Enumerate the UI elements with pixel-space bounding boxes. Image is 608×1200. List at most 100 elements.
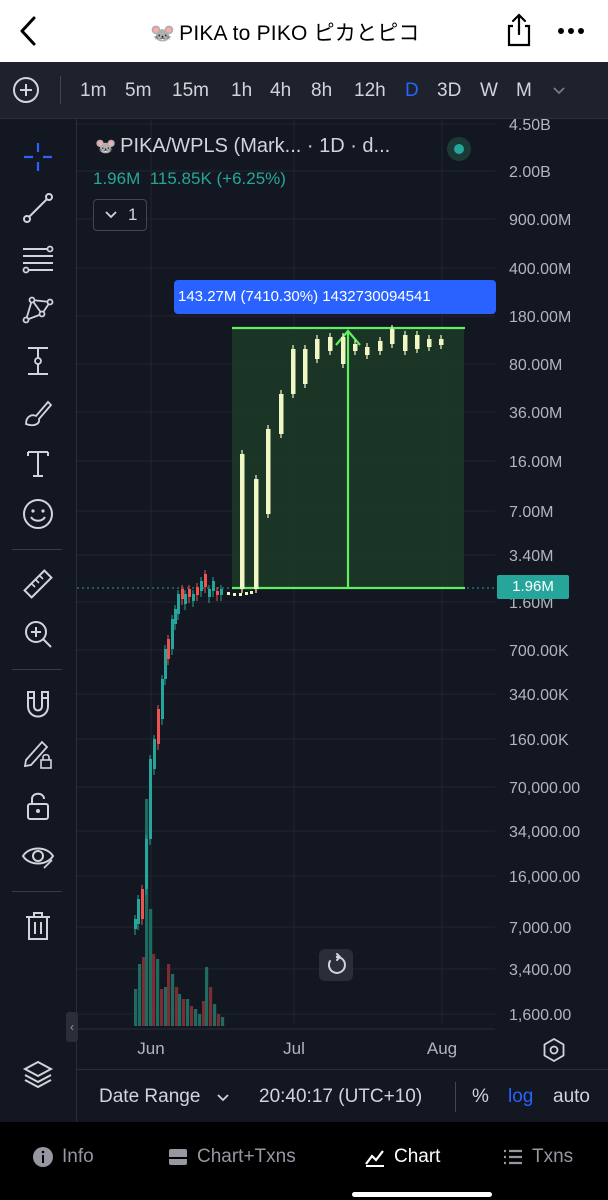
y-axis-tick-label: 160.00K bbox=[509, 732, 569, 749]
candle bbox=[171, 619, 174, 649]
candle bbox=[212, 581, 215, 591]
tf-1h[interactable]: 1h bbox=[231, 80, 252, 102]
tab-chart-label: Chart bbox=[394, 1146, 441, 1167]
volume-bar bbox=[167, 964, 171, 1026]
tf-5m[interactable]: 5m bbox=[125, 80, 151, 102]
chevron-down-icon[interactable] bbox=[552, 86, 566, 96]
volume-bar bbox=[209, 987, 213, 1026]
tf-m[interactable]: M bbox=[516, 80, 532, 102]
volume-bar bbox=[149, 909, 153, 1026]
candle bbox=[149, 759, 152, 839]
magnet-icon[interactable] bbox=[18, 684, 58, 724]
y-axis-tick-label: 400.00M bbox=[509, 261, 571, 278]
tf-4h[interactable]: 4h bbox=[270, 80, 291, 102]
volume-bar bbox=[164, 987, 168, 1026]
candle bbox=[250, 591, 253, 594]
candle bbox=[315, 339, 320, 359]
status-dot-icon bbox=[447, 137, 471, 161]
volume-bar bbox=[178, 994, 182, 1026]
candle bbox=[341, 337, 346, 364]
tf-d[interactable]: D bbox=[405, 80, 419, 102]
add-indicator-icon[interactable] bbox=[12, 76, 40, 104]
reset-chart-button[interactable] bbox=[319, 949, 353, 981]
eye-icon[interactable] bbox=[18, 836, 58, 876]
tab-info-label: Info bbox=[62, 1146, 94, 1167]
zoom-in-icon[interactable] bbox=[18, 614, 58, 654]
layers-icon[interactable] bbox=[18, 1054, 58, 1094]
list-icon bbox=[504, 1149, 522, 1165]
candle bbox=[141, 889, 144, 919]
lock-drawing-icon[interactable] bbox=[18, 734, 58, 774]
log-scale-toggle[interactable]: log bbox=[508, 1086, 533, 1108]
share-icon[interactable] bbox=[504, 12, 534, 48]
date-range-button[interactable]: Date Range bbox=[99, 1086, 200, 1108]
text-icon[interactable] bbox=[18, 443, 58, 483]
volume-bar bbox=[160, 989, 164, 1026]
tf-8h[interactable]: 8h bbox=[311, 80, 332, 102]
header-bar: 🐭 PIKA to PIKO ピカとピコ bbox=[0, 0, 608, 62]
volume-bar bbox=[134, 989, 138, 1026]
candle bbox=[415, 335, 420, 349]
candle bbox=[153, 739, 156, 769]
auto-scale-toggle[interactable]: auto bbox=[553, 1086, 590, 1108]
chart-settings-icon[interactable] bbox=[541, 1037, 567, 1063]
candle bbox=[174, 609, 177, 624]
legend-symbol[interactable]: 🐭 PIKA/WPLS (Mark... · 1D · d... bbox=[95, 135, 390, 158]
tab-chart[interactable]: Chart bbox=[364, 1146, 440, 1168]
pattern-icon[interactable] bbox=[18, 290, 58, 330]
candle bbox=[254, 479, 259, 589]
tab-txns[interactable]: Txns bbox=[502, 1146, 573, 1168]
candle bbox=[192, 594, 195, 601]
tab-chart-txns[interactable]: Chart+Txns bbox=[167, 1146, 296, 1168]
candle bbox=[227, 592, 230, 595]
candle bbox=[239, 593, 242, 596]
candle bbox=[167, 639, 170, 659]
tf-12h[interactable]: 12h bbox=[354, 80, 386, 102]
legend-collapse-button[interactable]: 1 bbox=[93, 199, 147, 231]
volume-bar bbox=[152, 954, 156, 1026]
tf-1m[interactable]: 1m bbox=[80, 80, 106, 102]
fib-retracement-icon[interactable] bbox=[18, 239, 58, 279]
candle bbox=[220, 589, 223, 595]
chevron-left-icon[interactable] bbox=[14, 14, 44, 48]
y-axis-tick-label: 2.00B bbox=[509, 164, 551, 181]
y-axis-tick-label: 3,400.00 bbox=[509, 962, 571, 979]
volume-bar bbox=[186, 999, 190, 1026]
tf-w[interactable]: W bbox=[480, 80, 498, 102]
tab-info[interactable]: Info bbox=[32, 1146, 94, 1168]
brush-icon[interactable] bbox=[18, 392, 58, 432]
toolbar-separator bbox=[60, 76, 61, 104]
candle bbox=[216, 591, 219, 595]
clock-timezone[interactable]: 20:40:17 (UTC+10) bbox=[259, 1086, 422, 1108]
last-price-badge: 1.96M bbox=[497, 575, 569, 599]
chart-area[interactable]: 4.50B 2.00B 900.00M 400.00M 180.00M 80.00M 36.… bbox=[77, 119, 608, 1069]
candle bbox=[303, 349, 308, 384]
measure-label: 143.27M (7410.30%) 1432730094541 bbox=[174, 280, 496, 314]
candle bbox=[279, 394, 284, 434]
x-axis-tick-label: Aug bbox=[427, 1039, 457, 1058]
unlock-icon[interactable] bbox=[18, 786, 58, 826]
measure-icon[interactable] bbox=[18, 341, 58, 381]
toolbar-divider bbox=[12, 669, 62, 670]
candle bbox=[157, 709, 160, 744]
trash-icon[interactable] bbox=[18, 906, 58, 946]
y-axis-tick-label: 340.00K bbox=[509, 687, 569, 704]
ruler-icon[interactable] bbox=[18, 564, 58, 604]
more-horizontal-icon[interactable] bbox=[556, 18, 586, 44]
candle bbox=[427, 339, 432, 347]
trend-line-icon[interactable] bbox=[18, 188, 58, 228]
chevron-down-icon bbox=[105, 211, 117, 219]
volume-bar bbox=[202, 1001, 206, 1026]
tf-15m[interactable]: 15m bbox=[172, 80, 209, 102]
y-axis-tick-label: 80.00M bbox=[509, 357, 562, 374]
y-axis-tick-label: 4.50B bbox=[509, 119, 551, 134]
y-axis-tick-label: 7.00M bbox=[509, 504, 553, 521]
emoji-icon[interactable] bbox=[18, 494, 58, 534]
crosshair-icon[interactable] bbox=[18, 137, 58, 177]
volume-bar bbox=[142, 957, 146, 1026]
chevron-down-icon[interactable] bbox=[217, 1093, 229, 1102]
tf-3d[interactable]: 3D bbox=[437, 80, 461, 102]
percent-scale-toggle[interactable]: % bbox=[472, 1086, 489, 1108]
candle bbox=[233, 593, 236, 596]
legend-symbol-text: PIKA/WPLS (Mark... · 1D · d... bbox=[120, 135, 391, 157]
